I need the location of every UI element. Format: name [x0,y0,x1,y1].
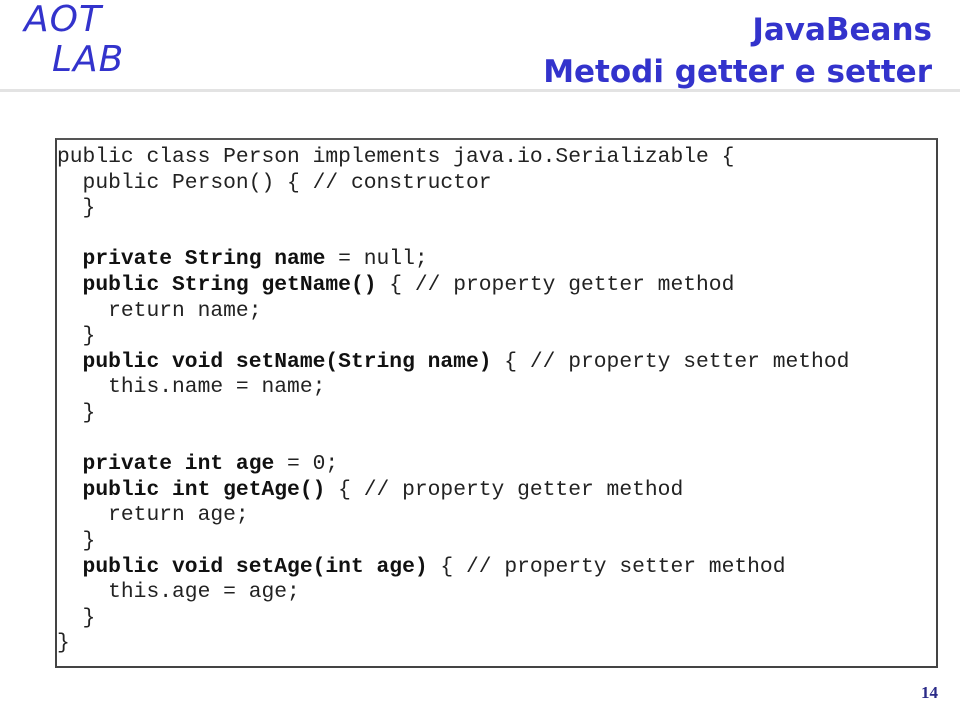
code-line: } [57,196,849,222]
code-text: { // property getter method [376,272,735,297]
code-text: } [57,605,96,630]
slide-title-line2: Metodi getter e setter [543,54,932,90]
code-text: return name; [57,298,262,323]
code-line: public Person() { // constructor [57,171,849,197]
code-declaration: public void setAge(int age) [57,554,428,579]
code-declaration: private String name [57,247,326,272]
logo-line-aot: AOT [24,0,102,40]
code-line: public void setName(String name) { // pr… [57,349,850,376]
code-text: { // property getter method [325,477,684,502]
code-text: return age; [57,503,249,528]
code-text: public class Person implements java.io.S… [57,145,735,169]
code-text: } [57,196,96,221]
code-text: } [57,324,96,349]
code-line: } [57,324,849,350]
header-separator [0,89,960,92]
slide-title: JavaBeans Metodi getter e setter [543,9,932,93]
code-text: public Person() { // constructor [57,170,492,195]
code-declaration: public String getName() [57,272,377,297]
code-line: } [57,401,849,427]
code-text: { // property setter method [491,349,850,374]
code-text: = 0; [274,452,339,477]
code-line: this.age = age; [57,580,849,606]
code-line: private String name = null; [57,247,849,273]
code-line: } [57,529,849,555]
code-line: } [57,631,849,657]
code-declaration: public void setName(String name) [57,349,492,374]
code-text: } [57,631,70,656]
code-text: { // property setter method [427,554,786,579]
logo-line-lab: LAB [52,39,125,80]
code-declaration: public int getAge() [57,477,326,502]
code-line: return age; [57,503,849,529]
aot-lab-logo: AOT LAB [22,0,124,80]
code-text: this.age = age; [57,580,300,605]
code-text: this.name = name; [57,375,326,400]
code-declaration: private int age [57,452,275,477]
code-text: } [57,528,96,553]
code-listing: public class Person implements java.io.S… [57,145,849,657]
code-text: } [57,400,96,425]
code-line: } [57,606,849,632]
code-line: public int getAge() { // property getter… [57,478,849,504]
code-text: = null; [325,247,428,272]
code-line: public class Person implements java.io.S… [57,145,849,171]
code-line: public String getName() { // property ge… [57,273,849,299]
page-number: 14 [921,683,938,702]
code-line: private int age = 0; [57,452,849,478]
code-line: this.name = name; [57,375,849,401]
code-line: public void setAge(int age) { // propert… [57,555,849,581]
slide-title-line1: JavaBeans [752,12,932,48]
code-line: return name; [57,299,849,325]
